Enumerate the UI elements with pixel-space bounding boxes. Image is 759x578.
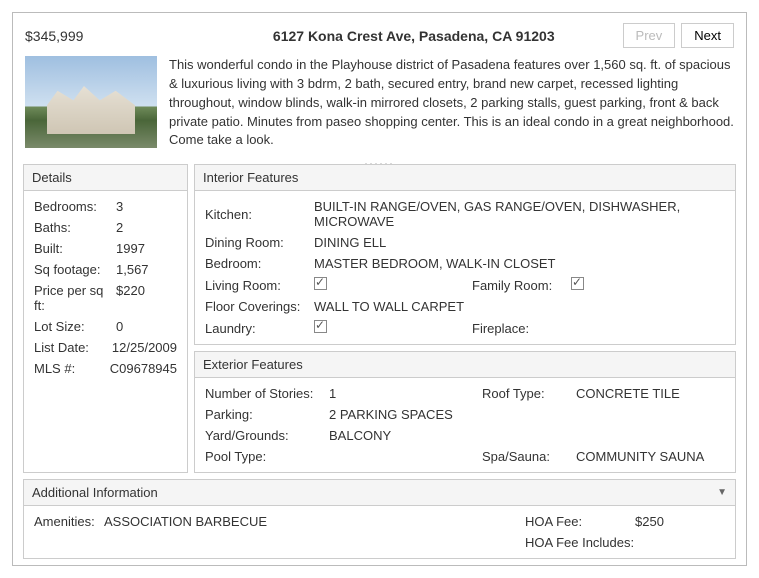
listing-card: $345,999 6127 Kona Crest Ave, Pasadena, … (12, 12, 747, 566)
family-checkbox[interactable] (571, 277, 584, 290)
roof-value: CONCRETE TILE (576, 386, 725, 401)
exterior-panel: Exterior Features Number of Stories: 1 R… (194, 351, 736, 473)
built-value: 1997 (116, 241, 145, 256)
kitchen-value: BUILT-IN RANGE/OVEN, GAS RANGE/OVEN, DIS… (314, 199, 725, 229)
bedrooms-label: Bedrooms: (34, 199, 116, 214)
bedroom-label: Bedroom: (205, 256, 310, 271)
prev-button[interactable]: Prev (623, 23, 676, 48)
mls-value: C09678945 (110, 361, 177, 376)
hero: This wonderful condo in the Playhouse di… (19, 56, 740, 158)
additional-title: Additional Information (32, 485, 158, 500)
description: This wonderful condo in the Playhouse di… (169, 56, 734, 150)
yard-label: Yard/Grounds: (205, 428, 325, 443)
baths-value: 2 (116, 220, 123, 235)
amenities-label: Amenities: (34, 514, 104, 529)
living-checkbox[interactable] (314, 277, 327, 290)
spa-value: COMMUNITY SAUNA (576, 449, 725, 464)
laundry-label: Laundry: (205, 321, 310, 336)
listdate-label: List Date: (34, 340, 112, 355)
bedroom-value: MASTER BEDROOM, WALK-IN CLOSET (314, 256, 725, 271)
hoafee-label: HOA Fee: (525, 514, 635, 529)
ppsf-label: Price per sq ft: (34, 283, 116, 313)
fireplace-label: Fireplace: (472, 321, 567, 336)
nav-buttons: Prev Next (623, 23, 734, 48)
address: 6127 Kona Crest Ave, Pasadena, CA 91203 (205, 28, 623, 44)
parking-label: Parking: (205, 407, 325, 422)
interior-title: Interior Features (195, 165, 735, 191)
price: $345,999 (25, 28, 205, 44)
interior-panel: Interior Features Kitchen: BUILT-IN RANG… (194, 164, 736, 345)
floor-label: Floor Coverings: (205, 299, 310, 314)
pool-label: Pool Type: (205, 449, 325, 464)
hoainc-label: HOA Fee Includes: (525, 535, 635, 550)
dining-label: Dining Room: (205, 235, 310, 250)
mls-label: MLS #: (34, 361, 110, 376)
listing-photo[interactable] (25, 56, 157, 148)
chevron-down-icon: ▼ (717, 487, 727, 498)
amenities-value: ASSOCIATION BARBECUE (104, 514, 525, 529)
listdate-value: 12/25/2009 (112, 340, 177, 355)
built-label: Built: (34, 241, 116, 256)
floor-value: WALL TO WALL CARPET (314, 299, 725, 314)
next-button[interactable]: Next (681, 23, 734, 48)
roof-label: Roof Type: (482, 386, 572, 401)
header: $345,999 6127 Kona Crest Ave, Pasadena, … (19, 19, 740, 56)
ppsf-value: $220 (116, 283, 145, 313)
baths-label: Baths: (34, 220, 116, 235)
stories-value: 1 (329, 386, 478, 401)
yard-value: BALCONY (329, 428, 725, 443)
stories-label: Number of Stories: (205, 386, 325, 401)
kitchen-label: Kitchen: (205, 207, 310, 222)
exterior-title: Exterior Features (195, 352, 735, 378)
details-panel: Details Bedrooms:3 Baths:2 Built:1997 Sq… (23, 164, 188, 473)
laundry-checkbox[interactable] (314, 320, 327, 333)
lot-value: 0 (116, 319, 123, 334)
dining-value: DINING ELL (314, 235, 725, 250)
parking-value: 2 PARKING SPACES (329, 407, 725, 422)
bedrooms-value: 3 (116, 199, 123, 214)
sqft-label: Sq footage: (34, 262, 116, 277)
spa-label: Spa/Sauna: (482, 449, 572, 464)
hoainc-value (635, 535, 725, 550)
lot-label: Lot Size: (34, 319, 116, 334)
family-label: Family Room: (472, 278, 567, 293)
sqft-value: 1,567 (116, 262, 149, 277)
details-title: Details (24, 165, 187, 191)
additional-header[interactable]: Additional Information ▼ (24, 480, 735, 506)
hoafee-value: $250 (635, 514, 725, 529)
additional-panel: Additional Information ▼ Amenities: ASSO… (23, 479, 736, 559)
living-label: Living Room: (205, 278, 310, 293)
